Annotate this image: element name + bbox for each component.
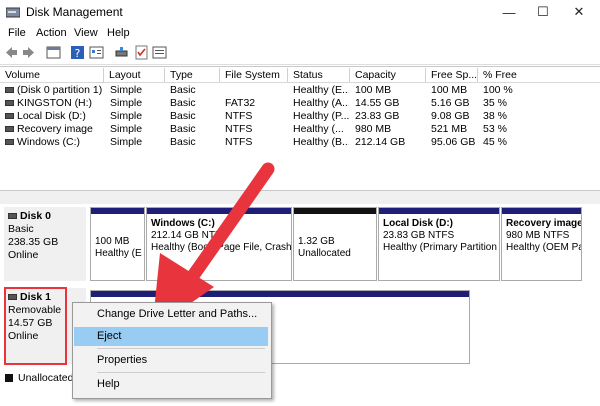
menu-view[interactable]: View bbox=[74, 27, 98, 39]
menu-help-item[interactable]: Help bbox=[74, 375, 268, 394]
title-bar: Disk Management — ☐ ✕ bbox=[0, 0, 600, 25]
partition-recovery[interactable]: Recovery image 980 MB NTFS Healthy (OEM Pa bbox=[501, 207, 582, 281]
connect-drive-icon[interactable] bbox=[114, 45, 129, 60]
column-percent-free[interactable]: % Free bbox=[478, 68, 542, 82]
close-button[interactable]: ✕ bbox=[562, 1, 596, 23]
legend-unallocated-swatch bbox=[5, 374, 13, 382]
column-capacity[interactable]: Capacity bbox=[350, 68, 426, 82]
menu-eject[interactable]: Eject bbox=[74, 327, 268, 346]
menu-change-drive-letter[interactable]: Change Drive Letter and Paths... bbox=[74, 305, 268, 324]
table-row[interactable]: (Disk 0 partition 1) Simple Basic Health… bbox=[0, 84, 600, 97]
column-free-space[interactable]: Free Sp... bbox=[426, 68, 478, 82]
maximize-button[interactable]: ☐ bbox=[526, 1, 560, 23]
partition-local-disk-d[interactable]: Local Disk (D:) 23.83 GB NTFS Healthy (Pri… bbox=[378, 207, 500, 281]
volume-icon bbox=[5, 126, 14, 133]
menu-action[interactable]: Action bbox=[36, 27, 67, 39]
column-type[interactable]: Type bbox=[165, 68, 220, 82]
context-menu: Change Drive Letter and Paths... Eject P… bbox=[72, 302, 272, 399]
properties-icon[interactable] bbox=[89, 45, 104, 60]
volume-icon bbox=[5, 87, 14, 94]
window-title: Disk Management bbox=[26, 5, 123, 19]
back-arrow-icon[interactable] bbox=[4, 45, 19, 60]
column-status[interactable]: Status bbox=[288, 68, 350, 82]
toolbar: ? bbox=[0, 42, 600, 65]
table-row[interactable]: Local Disk (D:) Simple Basic NTFS Health… bbox=[0, 110, 600, 123]
column-file-system[interactable]: File System bbox=[220, 68, 288, 82]
menu-help[interactable]: Help bbox=[107, 27, 130, 39]
volume-icon bbox=[5, 113, 14, 120]
column-layout[interactable]: Layout bbox=[104, 68, 165, 82]
legend-unallocated: Unallocated bbox=[18, 372, 74, 384]
volume-icon bbox=[5, 139, 14, 146]
menu-bar: File Action View Help bbox=[0, 25, 600, 42]
partition-unallocated[interactable]: 1.32 GB Unallocated bbox=[293, 207, 377, 281]
menu-properties[interactable]: Properties bbox=[74, 351, 268, 370]
volume-icon bbox=[5, 100, 14, 107]
disk1-highlight-box bbox=[4, 287, 67, 365]
menu-file[interactable]: File bbox=[8, 27, 26, 39]
partition-efi[interactable]: 100 MB Healthy (E bbox=[90, 207, 145, 281]
column-volume[interactable]: Volume bbox=[0, 68, 104, 82]
disk-icon bbox=[8, 213, 17, 220]
window-icon[interactable] bbox=[152, 45, 167, 60]
forward-arrow-icon[interactable] bbox=[21, 45, 36, 60]
help-icon[interactable]: ? bbox=[70, 45, 85, 60]
minimize-button[interactable]: — bbox=[492, 1, 526, 23]
console-tree-icon[interactable] bbox=[46, 45, 61, 60]
checklist-icon[interactable] bbox=[134, 45, 149, 60]
table-row[interactable]: Recovery image Simple Basic NTFS Healthy… bbox=[0, 123, 600, 136]
svg-text:?: ? bbox=[75, 47, 81, 60]
disk-management-icon bbox=[6, 7, 20, 18]
table-row[interactable]: Windows (C:) Simple Basic NTFS Healthy (… bbox=[0, 136, 600, 149]
table-row[interactable]: KINGSTON (H:) Simple Basic FAT32 Healthy… bbox=[0, 97, 600, 110]
disk0-label[interactable]: Disk 0 Basic 238.35 GB Online bbox=[4, 207, 86, 281]
